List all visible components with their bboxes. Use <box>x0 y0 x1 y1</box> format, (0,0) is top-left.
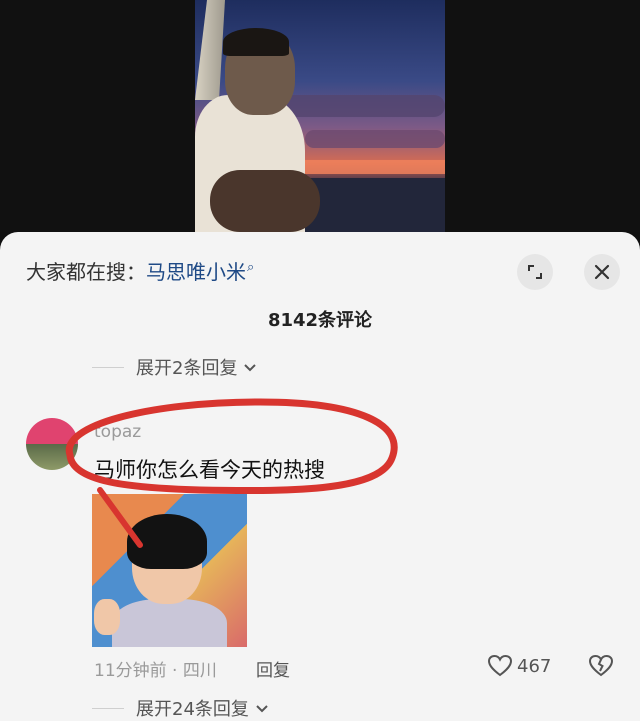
search-term-link[interactable]: 马思唯小米 <box>146 260 246 284</box>
person-arm <box>210 170 320 232</box>
trending-search[interactable]: 大家都在搜：马思唯小米⌕ <box>26 256 254 285</box>
sunset-horizon <box>295 160 445 174</box>
expand-replies-label: 展开2条回复 <box>136 358 238 379</box>
image-hair <box>127 514 207 569</box>
comment-username[interactable]: topaz <box>94 422 141 442</box>
sky-cloud <box>275 95 445 117</box>
divider <box>92 366 124 368</box>
expand-icon <box>528 265 542 279</box>
image-dress <box>112 599 227 647</box>
sky-cloud <box>305 130 445 148</box>
comment-image[interactable] <box>92 494 247 647</box>
image-hand <box>94 599 120 635</box>
divider <box>92 707 124 709</box>
chevron-down-icon <box>243 357 257 378</box>
video-player[interactable] <box>195 0 445 232</box>
expand-more-replies-label: 展开24条回复 <box>136 699 249 720</box>
close-button[interactable] <box>584 254 620 290</box>
like-count: 467 <box>517 656 552 677</box>
search-prefix: 大家都在搜： <box>26 260 146 284</box>
person-hair <box>223 28 289 56</box>
avatar[interactable] <box>26 418 78 470</box>
comment-time-location: 11分钟前 · 四川 <box>94 661 217 681</box>
fullscreen-button[interactable] <box>517 254 553 290</box>
broken-heart-icon[interactable] <box>588 654 614 682</box>
comments-count-title: 8142条评论 <box>267 310 373 331</box>
comment-text: 马师你怎么看今天的热搜 <box>94 458 325 482</box>
expand-replies-button[interactable]: 展开2条回复 <box>92 354 257 380</box>
search-icon: ⌕ <box>247 260 255 276</box>
reply-button[interactable]: 回复 <box>256 656 290 681</box>
umbrella <box>195 0 225 100</box>
comments-sheet: 大家都在搜：马思唯小米⌕ 8142条评论 展开2条回复 topaz 马师你怎么看… <box>0 232 640 721</box>
chevron-down-icon <box>255 698 269 719</box>
heart-icon[interactable] <box>487 654 513 682</box>
expand-more-replies-button[interactable]: 展开24条回复 <box>92 695 269 721</box>
close-icon <box>594 264 610 280</box>
